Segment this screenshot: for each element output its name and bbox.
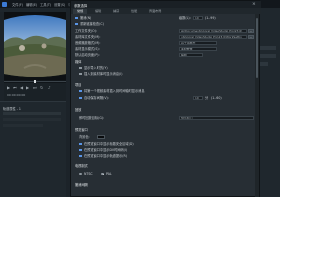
section-undo-interval: 撤消间隔 — [71, 182, 261, 188]
ntsc-label: NTSC — [84, 172, 93, 176]
row-first-clip-message: 将第一个视频素材插入到时间轴时显示消息 — [71, 88, 261, 94]
menu-file[interactable]: 文件(F) — [12, 2, 23, 7]
menu-tools[interactable]: 工具(T) — [40, 2, 51, 7]
dialog-title: 参数选择 — [74, 3, 88, 8]
row-instant-play: 即时回放目标(G): 预览窗口 — [71, 115, 261, 121]
row-relink: 重新链接检查(C) — [71, 21, 261, 27]
auto-save-label: 自动保存间隔(V): — [84, 96, 109, 100]
track-properties-panel: 轨道属性 - 1 — [0, 101, 66, 197]
tv-format-section-heading: 电视制式 — [75, 164, 88, 168]
track-hint-label: 在预览窗口中显示轨道提示(R) — [84, 154, 127, 158]
app-logo-icon — [2, 1, 7, 7]
row-track-hint: 在预览窗口中显示轨道提示(R) — [71, 153, 261, 159]
previous-icon[interactable]: ⏮ — [13, 86, 17, 90]
auto-save-checkbox[interactable] — [79, 96, 82, 100]
volume-icon[interactable]: ♪ — [48, 86, 51, 90]
row-default-page: 默认启动页面(P): 编辑 — [71, 52, 261, 58]
default-page-select[interactable]: 编辑 — [179, 52, 203, 58]
bg-color-label: 背景色: — [79, 135, 90, 139]
work-folder-browse-button[interactable]: ... — [248, 28, 254, 34]
auto-save-unit: 分 — [205, 96, 209, 100]
insert-message-checkbox[interactable] — [79, 72, 82, 76]
panel-row — [3, 124, 43, 127]
360-preview-image — [4, 12, 66, 80]
tab-general[interactable]: 常规 — [73, 9, 88, 14]
dialog-tabbar: 常规 编辑 捕获 性能 界面布局 — [71, 8, 261, 14]
relink-checkbox[interactable] — [75, 22, 78, 26]
panel-row — [3, 118, 61, 121]
preview-window-section-heading: 预览窗口 — [75, 128, 88, 132]
panel-header: 轨道属性 - 1 — [3, 107, 21, 111]
close-icon[interactable]: × — [252, 2, 256, 7]
pal-radio[interactable] — [101, 172, 104, 176]
dialog-scrollbar[interactable] — [255, 14, 259, 198]
show-import-checkbox[interactable] — [79, 66, 82, 70]
media-folder-input[interactable]: nts\Corel VideoStudio Pro\23.0\WorkSetti… — [179, 34, 247, 40]
undo-interval-heading: 撤消间隔 — [75, 183, 88, 187]
repeat-icon[interactable]: ↻ — [40, 86, 43, 90]
first-clip-message-checkbox[interactable] — [79, 89, 82, 93]
section-preview-window: 预览窗口 — [71, 127, 261, 133]
pal-label: PAL — [106, 172, 112, 176]
preview-panel — [4, 12, 66, 80]
menu-edit[interactable]: 编辑(E) — [26, 2, 37, 7]
auto-save-range: (1..60) — [211, 96, 222, 100]
track-hint-checkbox[interactable] — [79, 154, 82, 158]
work-folder-input[interactable]: sk\Documents\Corel VideoStudio Pro\23.0\ — [179, 28, 247, 34]
undo-checkbox[interactable] — [75, 16, 78, 20]
insert-message-label: 插入到素材库时显示消息(I) — [84, 72, 123, 76]
first-clip-message-label: 将第一个视频素材插入到时间轴时显示消息 — [84, 89, 145, 93]
menu-settings[interactable]: 设置(S) — [54, 2, 65, 7]
tab-performance[interactable]: 性能 — [127, 9, 141, 14]
timecode-display: 00:00:00:00 — [7, 93, 26, 97]
scrollbar-thumb[interactable] — [255, 18, 259, 78]
tab-layout[interactable]: 界面布局 — [145, 9, 165, 14]
auto-save-input[interactable]: 10 — [193, 95, 203, 101]
empty-area — [0, 197, 280, 270]
tab-edit[interactable]: 编辑 — [91, 9, 105, 14]
row-auto-save: 自动保存间隔(V): 10 分 (1..60) — [71, 95, 261, 101]
clip-display-select[interactable]: 素材数量 — [179, 46, 217, 52]
relink-label: 重新链接检查(C) — [80, 22, 104, 26]
tab-capture[interactable]: 捕获 — [109, 9, 123, 14]
section-playback: 回放 — [71, 107, 261, 113]
panel-row — [3, 112, 61, 115]
instant-play-label: 即时回放目标(G): — [79, 116, 105, 120]
undo-level-input[interactable]: 10 — [193, 15, 203, 21]
media-folder-browse-button[interactable]: ... — [248, 34, 254, 40]
row-tv-format: NTSC PAL — [71, 171, 261, 177]
playback-controls: ▶ ⏮ ◀ ▶ ⏭ ↻ ♪ 00:00:00:00 — [4, 83, 66, 101]
playback-section-heading: 回放 — [75, 108, 82, 112]
section-tv-format: 电视制式 — [71, 163, 261, 169]
preferences-dialog: 参数选择 × 常规 编辑 捕获 性能 界面布局 撤消(N) 级数(L): 10 … — [70, 0, 261, 198]
default-page-label: 默认启动页面(P): — [75, 53, 100, 57]
play-icon[interactable]: ▶ — [7, 86, 10, 90]
rewind-icon[interactable]: ◀ — [20, 86, 23, 90]
row-insert-message: 插入到素材库时显示消息(I) — [71, 71, 261, 77]
next-icon[interactable]: ⏭ — [33, 86, 37, 90]
instant-play-select[interactable]: 预览窗口 — [179, 115, 254, 121]
forward-icon[interactable]: ▶ — [26, 86, 29, 90]
dv-timecode-checkbox[interactable] — [79, 148, 82, 152]
playback-format-select[interactable]: 基于源格式 — [179, 40, 217, 46]
bg-color-swatch[interactable] — [97, 135, 105, 139]
row-bg-color: 背景色: — [71, 134, 261, 140]
ntsc-radio[interactable] — [79, 172, 82, 176]
title-safe-checkbox[interactable] — [79, 142, 82, 146]
dialog-titlebar: 参数选择 × — [71, 1, 261, 8]
